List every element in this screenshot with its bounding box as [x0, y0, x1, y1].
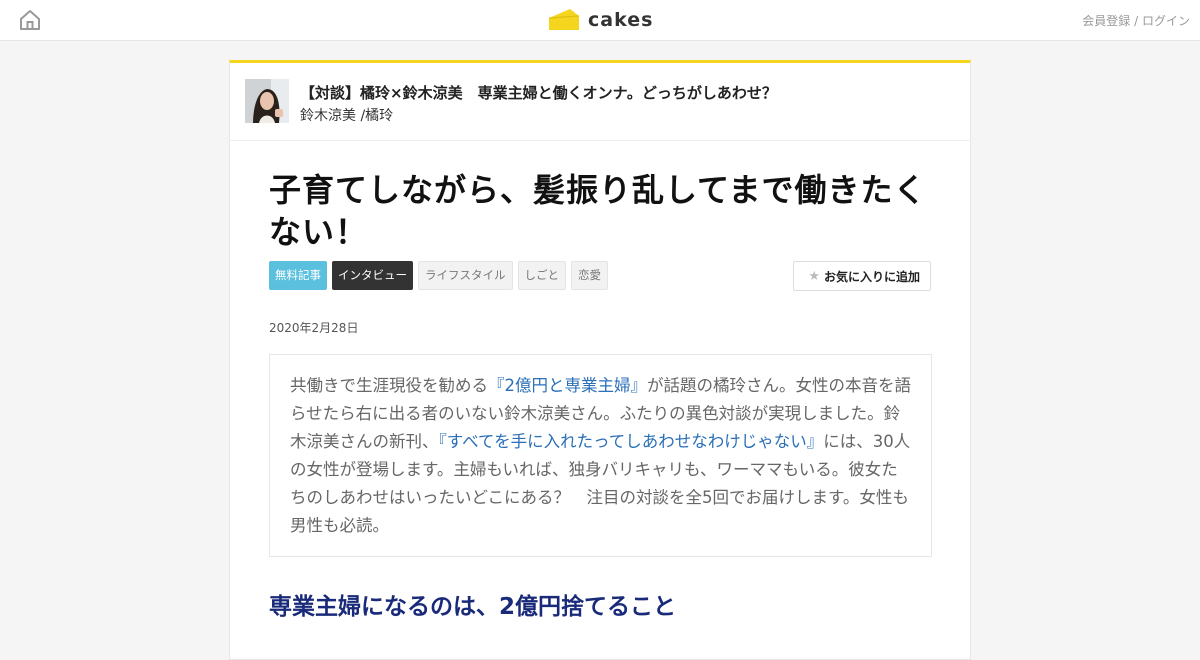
top-bar: cakes 会員登録 / ログイン	[0, 0, 1200, 41]
article-card: 【対談】橘玲×鈴木涼美 専業主婦と働くオンナ。どっちがしあわせ？ 鈴木涼美 /橘…	[229, 60, 971, 660]
book-link-2oku[interactable]: 『2億円と専業主婦』	[488, 376, 647, 395]
star-icon: ★	[808, 268, 820, 284]
home-icon[interactable]	[18, 8, 42, 32]
series-header[interactable]: 【対談】橘玲×鈴木涼美 専業主婦と働くオンナ。どっちがしあわせ？ 鈴木涼美 /橘…	[230, 63, 970, 141]
add-favorite-button[interactable]: ★ お気に入りに追加	[793, 261, 931, 291]
lead-paragraph: 共働きで生涯現役を勧める『2億円と専業主婦』が話題の橘玲さん。女性の本音を語らせ…	[269, 354, 932, 557]
auth-separator: /	[1130, 14, 1142, 28]
lead-text-1: 共働きで生涯現役を勧める	[290, 376, 488, 395]
logo-wordmark: cakes	[588, 9, 654, 31]
auth-links: 会員登録 / ログイン	[1082, 12, 1190, 29]
article-tags: 無料記事 インタビュー ライフスタイル しごと 恋愛	[269, 261, 608, 290]
add-favorite-label: お気に入りに追加	[823, 269, 920, 284]
series-title[interactable]: 【対談】橘玲×鈴木涼美 専業主婦と働くオンナ。どっちがしあわせ？	[300, 82, 777, 103]
publish-date: 2020年2月28日	[269, 321, 359, 335]
book-link-subete[interactable]: 『すべてを手に入れたってしあわせなわけじゃない』	[439, 432, 824, 451]
tag-romance[interactable]: 恋愛	[571, 261, 608, 290]
site-logo[interactable]: cakes	[548, 6, 653, 34]
register-link[interactable]: 会員登録	[1082, 14, 1130, 28]
series-authors[interactable]: 鈴木涼美 /橘玲	[300, 105, 393, 125]
login-link[interactable]: ログイン	[1142, 14, 1190, 28]
tag-lifestyle[interactable]: ライフスタイル	[418, 261, 513, 290]
cake-logo-icon	[548, 9, 580, 30]
tag-interview[interactable]: インタビュー	[332, 261, 413, 290]
section-subheading: 専業主婦になるのは、2億円捨てること	[269, 594, 677, 620]
article-title: 子育てしながら、髪振り乱してまで働きたくない！	[269, 171, 927, 251]
tag-work[interactable]: しごと	[517, 261, 566, 290]
series-thumbnail[interactable]	[245, 79, 289, 123]
tag-free-article[interactable]: 無料記事	[269, 261, 327, 290]
